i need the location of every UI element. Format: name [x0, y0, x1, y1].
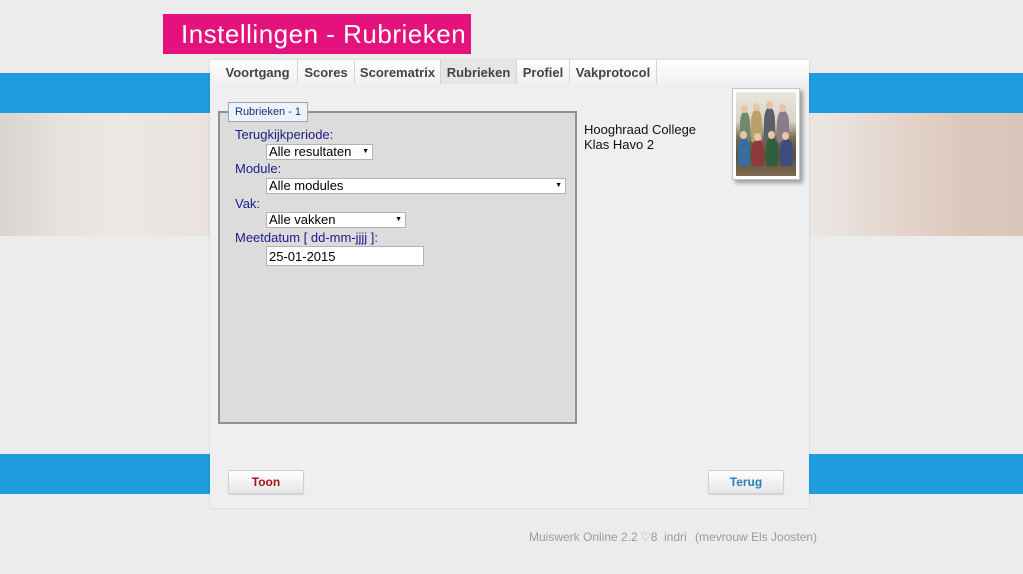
class-photo — [732, 88, 800, 180]
tab-profiel[interactable]: Profiel — [517, 60, 570, 84]
tab-bar: Voortgang Scores Scorematrix Rubrieken P… — [210, 60, 809, 84]
vak-select-value: Alle vakken — [269, 212, 336, 227]
meetdatum-input[interactable] — [266, 246, 424, 266]
toon-button[interactable]: Toon — [228, 470, 304, 494]
vak-select[interactable]: Alle vakken ▼ — [266, 212, 406, 228]
school-class: Klas Havo 2 — [584, 137, 655, 152]
chevron-down-icon: ▼ — [555, 182, 562, 189]
module-select[interactable]: Alle modules ▼ — [266, 178, 566, 194]
tab-vakprotocol[interactable]: Vakprotocol — [570, 60, 657, 84]
chevron-down-icon: ▼ — [362, 148, 369, 155]
periode-select[interactable]: Alle resultaten ▼ — [266, 144, 373, 160]
footer-app-version: Muiswerk Online 2.2 — [529, 530, 638, 544]
module-label: Module: — [235, 161, 282, 176]
school-info: Hooghraad College Klas Havo 2 — [584, 122, 696, 152]
vak-label: Vak: — [235, 196, 261, 211]
meetdatum-label: Meetdatum [ dd-mm-jjjj ]: — [235, 230, 379, 245]
footer-username: indri — [664, 530, 687, 544]
periode-select-value: Alle resultaten — [269, 144, 352, 159]
chevron-down-icon: ▼ — [395, 216, 402, 223]
tab-voortgang[interactable]: Voortgang — [218, 60, 298, 84]
terug-button-label: Terug — [729, 475, 763, 489]
module-select-value: Alle modules — [269, 178, 344, 193]
class-photo-image — [736, 92, 796, 176]
footer-user-name: (mevrouw Els Joosten) — [695, 530, 818, 544]
toon-button-label: Toon — [251, 475, 281, 489]
tab-scores[interactable]: Scores — [298, 60, 355, 84]
tab-scorematrix[interactable]: Scorematrix — [355, 60, 441, 84]
footer-heart-count: ♡8 — [640, 530, 658, 544]
tab-rubrieken[interactable]: Rubrieken — [441, 60, 517, 84]
school-name: Hooghraad College — [584, 122, 697, 137]
terug-button[interactable]: Terug — [708, 470, 784, 494]
periode-label: Terugkijkperiode: — [235, 127, 334, 142]
page-title: Instellingen - Rubrieken — [163, 14, 471, 54]
main-panel: Voortgang Scores Scorematrix Rubrieken P… — [210, 60, 809, 508]
fieldset-legend: Rubrieken - 1 — [228, 102, 309, 122]
